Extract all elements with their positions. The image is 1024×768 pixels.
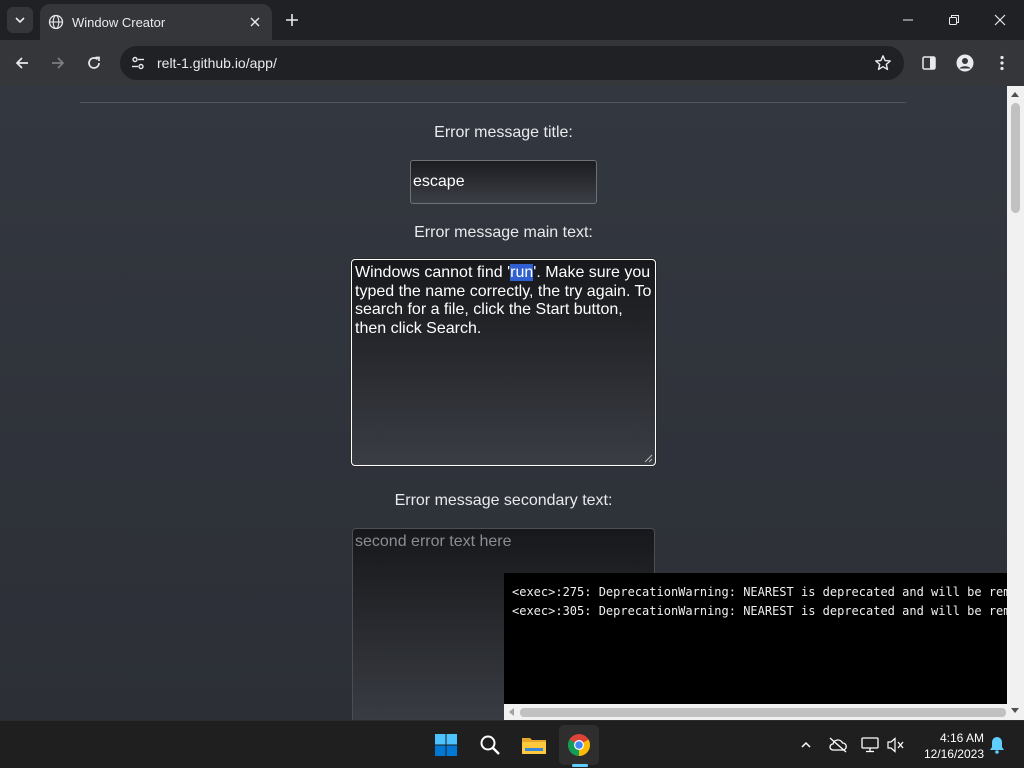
windows-logo-icon: [435, 734, 457, 756]
side-panel-button[interactable]: [915, 49, 943, 77]
minimize-button[interactable]: [885, 0, 931, 40]
tune-icon: [132, 56, 144, 70]
folder-icon: [522, 738, 546, 754]
active-app-indicator: [572, 764, 588, 767]
clock-time: 4:16 AM: [939, 731, 984, 745]
clock[interactable]: 4:16 AM 12/16/2023: [912, 730, 984, 762]
profile-icon: [956, 54, 974, 72]
reload-icon: [88, 56, 100, 69]
bell-icon: [990, 737, 1004, 754]
chevron-up-icon: [801, 741, 811, 748]
close-window-button[interactable]: [977, 0, 1023, 40]
url-text: relt-1.github.io/app/: [157, 55, 277, 71]
new-tab-button[interactable]: [280, 8, 304, 32]
scroll-left-arrow-icon[interactable]: [509, 708, 515, 716]
star-icon: [875, 55, 891, 71]
console-line: <exec>:305: DeprecationWarning: NEAREST …: [512, 604, 1007, 618]
tab-strip: Window Creator: [0, 0, 1024, 40]
tab-window-creator[interactable]: Window Creator: [40, 4, 272, 40]
console-output: <exec>:275: DeprecationWarning: NEAREST …: [504, 573, 1007, 720]
globe-icon: [48, 14, 64, 30]
scroll-up-arrow-icon[interactable]: [1011, 92, 1019, 97]
tab-close-button[interactable]: [246, 13, 264, 31]
search-icon: [480, 735, 500, 755]
scrollbar-thumb[interactable]: [1011, 103, 1020, 213]
site-info-button[interactable]: [122, 46, 154, 80]
secondary-text-label: Error message secondary text:: [394, 492, 613, 509]
forward-button[interactable]: [44, 49, 72, 77]
volume-button[interactable]: [884, 733, 908, 757]
close-icon: [250, 17, 260, 27]
close-icon: [994, 14, 1006, 26]
file-explorer-button[interactable]: [514, 725, 554, 765]
more-vert-icon: [1000, 55, 1004, 71]
reload-button[interactable]: [80, 49, 108, 77]
main-text-selection: run: [510, 264, 534, 281]
console-line: <exec>:275: DeprecationWarning: NEAREST …: [512, 585, 1007, 599]
address-bar[interactable]: relt-1.github.io/app/: [120, 46, 904, 80]
taskbar: 4:16 AM 12/16/2023: [0, 720, 1024, 768]
search-button[interactable]: [470, 725, 510, 765]
onedrive-button[interactable]: [826, 733, 850, 757]
tab-title: Window Creator: [72, 14, 166, 30]
start-button[interactable]: [426, 725, 466, 765]
minimize-icon: [903, 19, 913, 21]
main-text-before: Windows cannot find ': [355, 264, 511, 281]
cloud-off-icon: [829, 737, 847, 753]
arrow-right-icon: [52, 57, 65, 69]
main-text-area[interactable]: Windows cannot find 'run'. Make sure you…: [351, 259, 656, 466]
title-label: Error message title:: [434, 124, 573, 141]
scroll-down-arrow-icon[interactable]: [1011, 708, 1019, 713]
network-button[interactable]: [858, 733, 882, 757]
title-input[interactable]: [410, 160, 597, 204]
back-button[interactable]: [8, 49, 36, 77]
secondary-placeholder: second error text here: [355, 533, 512, 550]
show-hidden-icons-button[interactable]: [794, 733, 818, 757]
arrow-left-icon: [15, 57, 28, 69]
console-scrollbar[interactable]: [504, 704, 1007, 720]
resize-grip-icon[interactable]: [644, 454, 653, 463]
page-scrollbar[interactable]: [1007, 86, 1024, 720]
volume-muted-icon: [887, 737, 904, 753]
console-scrollbar-thumb[interactable]: [520, 708, 1006, 717]
bookmark-star-button[interactable]: [874, 54, 892, 77]
main-text-label: Error message main text:: [414, 224, 593, 241]
restore-icon: [949, 15, 959, 25]
side-panel-icon: [922, 56, 936, 70]
clock-date: 12/16/2023: [923, 747, 984, 761]
plus-icon: [286, 14, 298, 26]
restore-button[interactable]: [931, 0, 977, 40]
notifications-button[interactable]: [985, 733, 1009, 757]
chrome-button[interactable]: [559, 725, 599, 765]
menu-button[interactable]: [988, 49, 1016, 77]
chrome-icon: [568, 734, 590, 756]
profile-button[interactable]: [951, 49, 979, 77]
divider: [80, 102, 906, 103]
tab-search-button[interactable]: [7, 7, 33, 33]
network-icon: [861, 737, 879, 753]
chevron-down-icon: [15, 17, 25, 24]
browser-toolbar: relt-1.github.io/app/: [0, 40, 1024, 86]
